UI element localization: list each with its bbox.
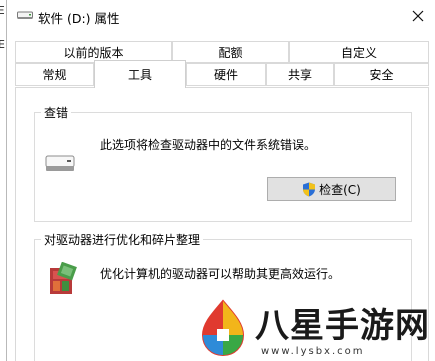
optimize-heading: 对驱动器进行优化和碎片整理	[41, 231, 204, 248]
drive-icon	[17, 11, 33, 19]
tab-security[interactable]: 安全	[334, 63, 429, 86]
properties-dialog: 软件 (D:) 属性 以前的版本 配额 自定义 常规 工具 硬件 共享 安全 查…	[6, 0, 435, 361]
close-button[interactable]	[399, 0, 435, 31]
watermark-logo-icon	[201, 299, 245, 357]
check-button-label: 检查(C)	[319, 182, 361, 197]
close-icon	[412, 10, 423, 21]
uac-shield-icon	[303, 182, 316, 196]
optimize-description: 优化计算机的驱动器可以帮助其更高效运行。	[100, 267, 341, 281]
watermark-text: 八星手游网	[255, 306, 430, 346]
window-title: 软件 (D:) 属性	[38, 11, 120, 26]
tab-hardware[interactable]: 硬件	[186, 63, 266, 86]
background-fragment: Ξ	[0, 4, 5, 17]
tab-strip: 以前的版本 配额 自定义 常规 工具 硬件 共享 安全	[15, 41, 429, 88]
tab-customize[interactable]: 自定义	[289, 41, 429, 63]
check-button[interactable]: 检查(C)	[267, 177, 396, 201]
title-bar: 软件 (D:) 属性	[7, 0, 435, 31]
tab-tools[interactable]: 工具	[94, 60, 186, 88]
error-checking-group: 查错 此选项将检查驱动器中的文件系统错误。 检查(C)	[34, 104, 412, 222]
background-fragment: E	[0, 38, 5, 51]
hard-drive-icon	[45, 155, 75, 171]
watermark: 八星手游网 www.lysbx.com	[191, 295, 435, 361]
error-checking-heading: 查错	[41, 104, 72, 121]
tab-sharing[interactable]: 共享	[266, 63, 334, 86]
tab-quota[interactable]: 配额	[172, 41, 289, 63]
error-checking-description: 此选项将检查驱动器中的文件系统错误。	[100, 138, 317, 152]
defrag-icon	[50, 262, 77, 294]
tab-general[interactable]: 常规	[15, 63, 94, 86]
watermark-url: www.lysbx.com	[261, 346, 365, 357]
